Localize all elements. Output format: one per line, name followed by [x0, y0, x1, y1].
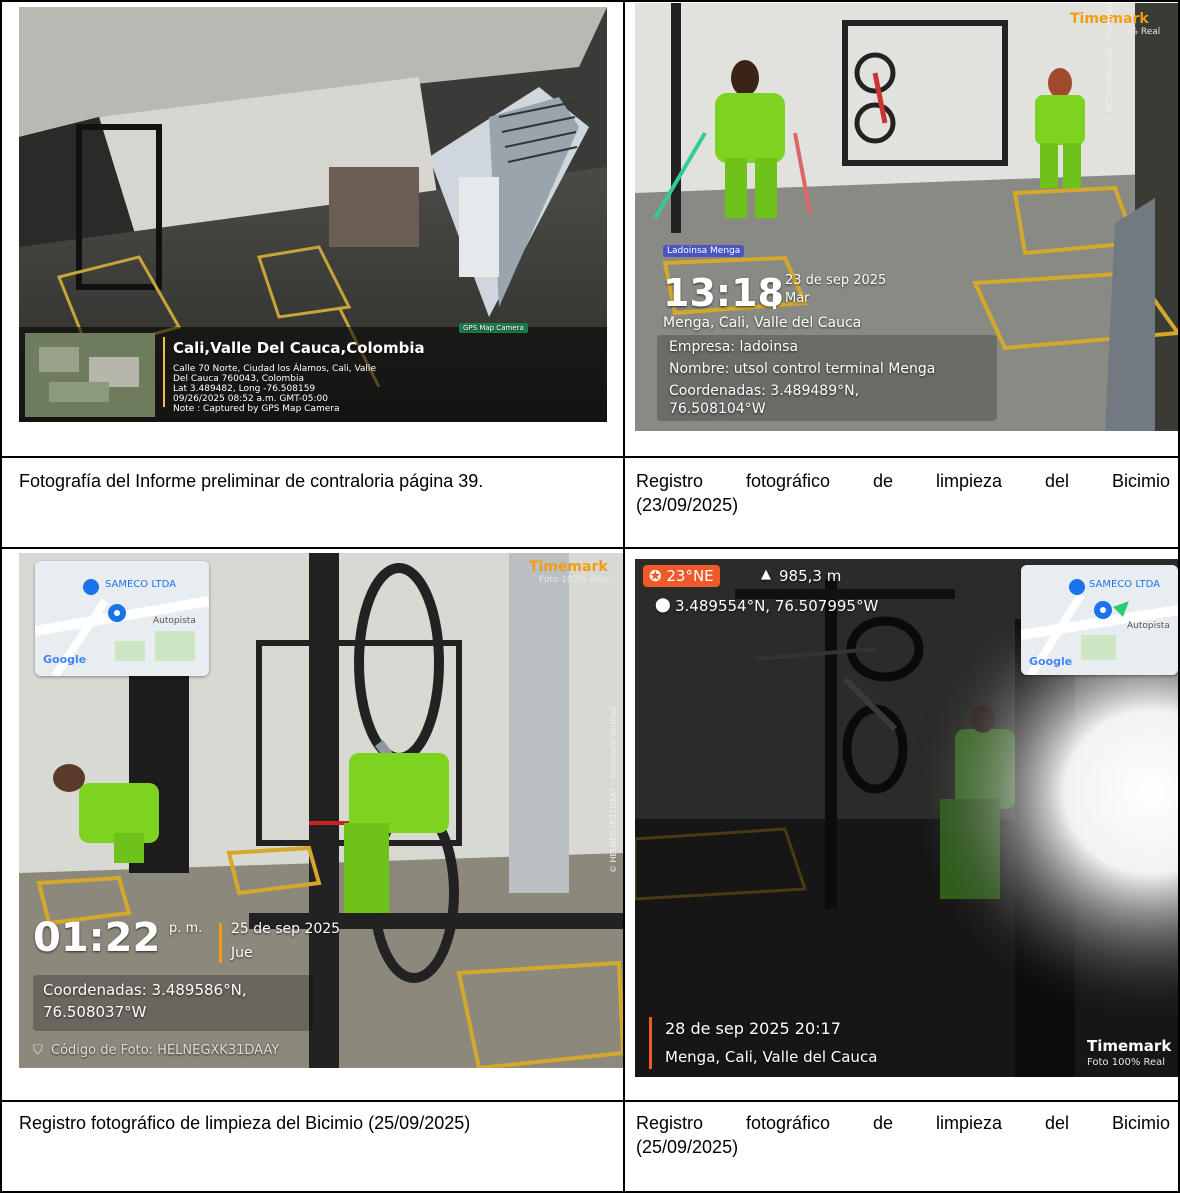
photo4-heading: 23°NE [666, 567, 714, 585]
caption-2-line-1: Registro fotográfico de limpieza del Bic… [636, 469, 1170, 493]
photo3-coord-1: Coordenadas: 3.489586°N, [43, 981, 247, 999]
photo3-divider [219, 923, 222, 963]
caption-4-line-2: (25/09/2025) [636, 1137, 739, 1157]
row-divider-3 [0, 1100, 1180, 1102]
caption-word: limpieza [935, 471, 1003, 491]
photo3-photo-code: Código de Foto: HELNEGXK31DAAY [51, 1043, 280, 1058]
photo3-coord-2: 76.508037°W [43, 1003, 147, 1021]
photo1-address-line: Note : Captured by GPS Map Camera [173, 404, 340, 414]
timemark-logo: Timemark [529, 559, 608, 575]
caption-4-line-1: Registro fotográfico de limpieza del Bic… [636, 1111, 1170, 1135]
timemark-sublabel: Foto 100% Real [539, 575, 610, 585]
photo-contraloria: GPS Map Camera Cali,Valle Del Cauca,Colo… [19, 7, 607, 422]
caption-word: del [1044, 471, 1069, 491]
photo1-address-line: Lat 3.489482, Long -76.508159 [173, 384, 316, 394]
photo2-date: 23 de sep 2025 [785, 273, 887, 288]
photo2-weekday: Mar [785, 291, 810, 306]
caption-word: fotográfico [745, 1113, 831, 1133]
photo4-coords: 3.489554°N, 76.507995°W [675, 597, 879, 615]
photo3-side-watermark: © HELNEGXK31DAAY · Timemark Verified [609, 706, 618, 873]
photo3-date: 25 de sep 2025 [231, 921, 341, 937]
table-border-middle [623, 0, 625, 1193]
photo1-location-title: Cali,Valle Del Cauca,Colombia [173, 339, 425, 357]
caption-photo-3: Registro fotográfico de limpieza del Bic… [19, 1113, 471, 1133]
caption-word: Bicimio [1111, 471, 1170, 491]
location-map: SAMECO LTDA Autopista Google [1021, 565, 1178, 675]
location-map: SAMECO LTDA Autopista Google [35, 561, 209, 676]
location-pin-icon: ⬤ [655, 597, 671, 613]
timemark-logo: Timemark [1087, 1037, 1172, 1055]
caption-2-line-2: (23/09/2025) [636, 495, 739, 515]
map-road-label: Autopista [1127, 621, 1170, 631]
caption-word: fotográfico [745, 471, 831, 491]
photo1-address-line: Del Cauca 760043, Colombia [173, 374, 305, 384]
photo2-coord-2: 76.508104°W [669, 401, 766, 417]
caption-photo-4: Registro fotográfico de limpieza del Bic… [636, 1111, 1170, 1159]
caption-word: Registro [636, 1113, 704, 1133]
map-google-label: Google [1029, 655, 1073, 668]
table-border-left [0, 0, 2, 1193]
map-place-label: SAMECO LTDA [105, 579, 177, 590]
photo1-address-line: 09/26/2025 08:52 a.m. GMT-05:00 [173, 394, 328, 404]
photo2-coord-1: Coordenadas: 3.489489°N, [669, 383, 860, 399]
photo-cleaning-25sep-a: SAMECO LTDA Autopista Google Timemark Fo… [19, 553, 623, 1068]
photo3-ampm: p. m. [169, 921, 203, 936]
row-divider-1 [0, 456, 1180, 458]
photo2-tag: Ladoinsa Menga [663, 245, 745, 257]
map-road-label: Autopista [153, 616, 196, 626]
photo3-time: 01:22 [33, 915, 161, 961]
caption-word: de [873, 1113, 894, 1133]
map-google-label: Google [43, 653, 87, 666]
map-place-label: SAMECO LTDA [1089, 579, 1161, 590]
photo3-weekday: Jue [231, 945, 253, 961]
caption-word: del [1044, 1113, 1069, 1133]
compass-icon: ✪ [649, 567, 662, 585]
photo-cleaning-23sep: Timemark Foto 100% Real Ladoinsa Menga 1… [635, 3, 1178, 431]
photo2-empresa: Empresa: ladoinsa [669, 339, 799, 355]
photo4-altitude: 985,3 m [779, 567, 842, 585]
caption-word: Bicimio [1111, 1113, 1170, 1133]
caption-word: de [873, 471, 894, 491]
caption-word: limpieza [935, 1113, 1003, 1133]
photo2-divider [773, 279, 776, 309]
photo1-address-line: Calle 70 Norte, Ciudad los Álamos, Cali,… [173, 364, 376, 374]
caption-photo-1: Fotografía del Informe preliminar de con… [19, 471, 484, 491]
photo2-place: Menga, Cali, Valle del Cauca [663, 315, 862, 331]
timemark-sublabel: Foto 100% Real [1087, 1057, 1166, 1068]
table-border-top [0, 0, 1180, 2]
heading-pill: ✪ 23°NE [643, 565, 720, 587]
mountain-icon: ▲ [761, 567, 771, 582]
photo4-place: Menga, Cali, Valle del Cauca [665, 1048, 878, 1066]
gps-badge: GPS Map Camera [459, 323, 528, 333]
caption-photo-2: Registro fotográfico de limpieza del Bic… [636, 469, 1170, 517]
row-divider-2 [0, 547, 1180, 549]
shield-icon: ⛉ [33, 1043, 43, 1058]
photo2-side-watermark: © RL1Y4KMKH5G9 · Timemark Verified [1105, 3, 1114, 123]
photo2-nombre: Nombre: utsol control terminal Menga [669, 361, 936, 377]
photo4-datetime: 28 de sep 2025 20:17 [665, 1019, 841, 1038]
photo2-time: 13:18 [663, 271, 784, 315]
caption-word: Registro [636, 471, 704, 491]
photo-cleaning-25sep-b: ✪ 23°NE ▲ 985,3 m ⬤ 3.489554°N, 76.50799… [635, 559, 1178, 1077]
photo-contraloria-scene [19, 7, 607, 422]
photo4-accent-bar [649, 1017, 652, 1069]
timemark-sublabel: Foto 100% Real [1090, 27, 1161, 37]
document-table: GPS Map Camera Cali,Valle Del Cauca,Colo… [0, 0, 1180, 1193]
